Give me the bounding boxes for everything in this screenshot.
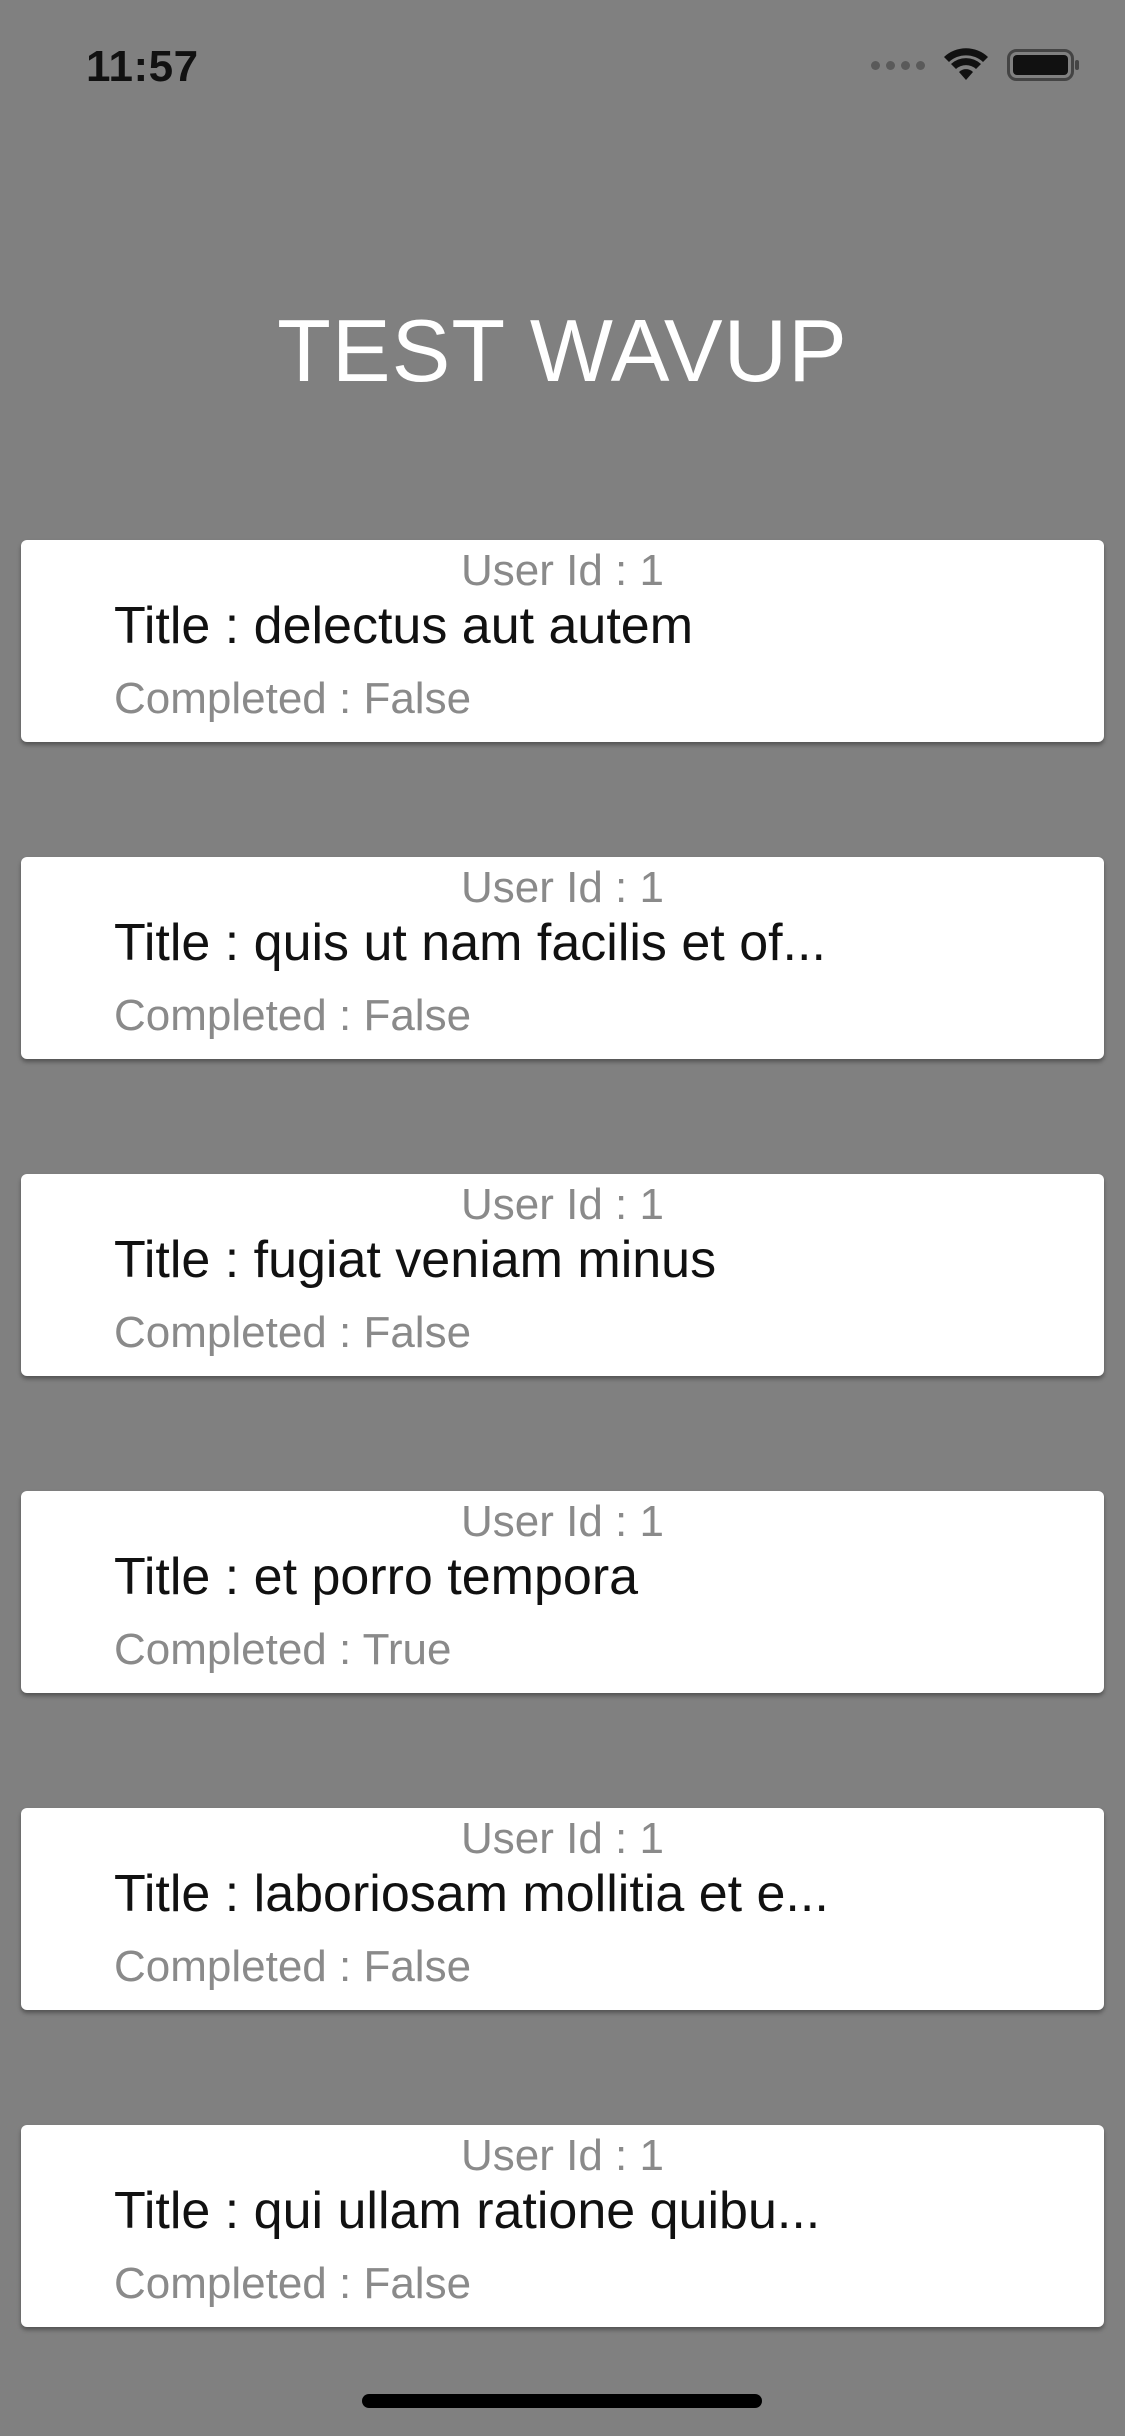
todo-title: Title : et porro tempora <box>114 1548 639 1606</box>
completed-status: Completed : False <box>114 1308 472 1357</box>
page-title: TEST WAVUP <box>277 301 848 400</box>
battery-icon <box>1007 49 1079 81</box>
user-id-label: User Id : 1 <box>461 546 664 595</box>
todo-title: Title : laboriosam mollitia et e... <box>114 1865 829 1923</box>
todo-card[interactable]: User Id : 1 Title : fugiat veniam minus … <box>21 1174 1104 1376</box>
user-id-label: User Id : 1 <box>461 1814 664 1863</box>
todo-title: Title : qui ullam ratione quibu... <box>114 2182 821 2240</box>
completed-status: Completed : True <box>114 1625 452 1674</box>
todo-card[interactable]: User Id : 1 Title : laboriosam mollitia … <box>21 1808 1104 2010</box>
status-icons <box>871 48 1081 82</box>
home-indicator[interactable] <box>362 2394 762 2408</box>
user-id-label: User Id : 1 <box>461 1180 664 1229</box>
todo-title: Title : fugiat veniam minus <box>114 1231 717 1289</box>
user-id-label: User Id : 1 <box>461 2131 664 2180</box>
todo-title: Title : delectus aut autem <box>114 597 694 655</box>
todo-card[interactable]: User Id : 1 Title : et porro tempora Com… <box>21 1491 1104 1693</box>
user-id-label: User Id : 1 <box>461 1497 664 1546</box>
todo-card[interactable]: User Id : 1 Title : qui ullam ratione qu… <box>21 2125 1104 2327</box>
completed-status: Completed : False <box>114 2259 472 2308</box>
status-bar: 11:57 <box>0 0 1125 135</box>
signal-dots-icon <box>871 60 925 70</box>
completed-status: Completed : False <box>114 674 472 723</box>
todo-title: Title : quis ut nam facilis et of... <box>114 914 826 972</box>
todo-card[interactable]: User Id : 1 Title : quis ut nam facilis … <box>21 857 1104 1059</box>
user-id-label: User Id : 1 <box>461 863 664 912</box>
wifi-icon <box>944 48 988 80</box>
todo-card[interactable]: User Id : 1 Title : delectus aut autem C… <box>21 540 1104 742</box>
completed-status: Completed : False <box>114 1942 472 1991</box>
status-time: 11:57 <box>86 42 199 91</box>
completed-status: Completed : False <box>114 991 472 1040</box>
